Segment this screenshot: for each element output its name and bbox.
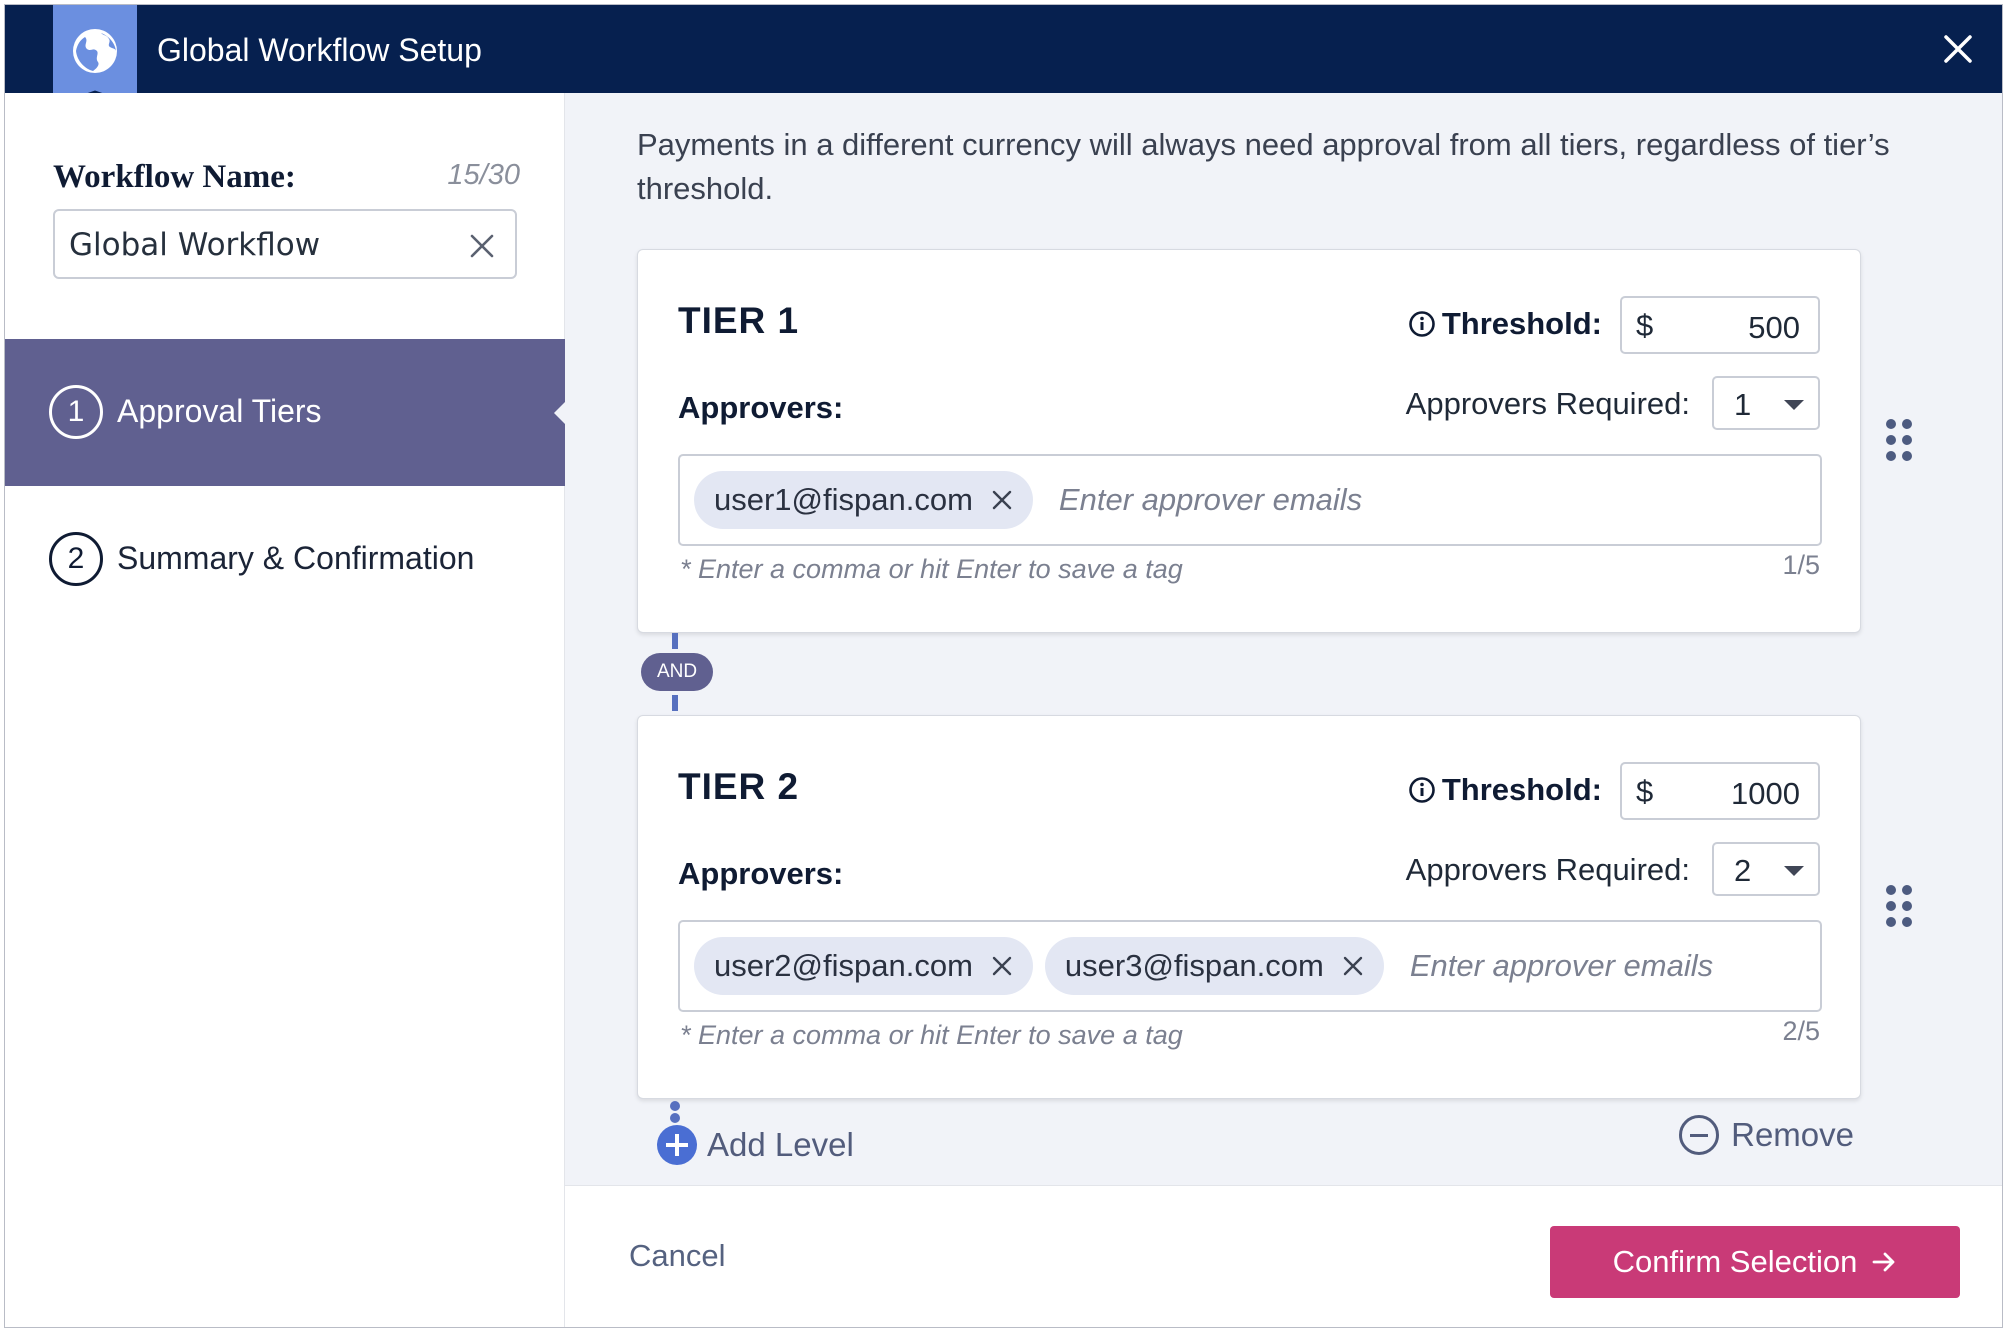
threshold-label: Threshold: — [1408, 306, 1602, 342]
approver-email-input[interactable] — [1058, 482, 1479, 518]
globe-badge — [53, 5, 137, 105]
info-icon[interactable] — [1408, 310, 1436, 338]
workflow-name-label: Workflow Name: — [53, 159, 296, 195]
tag-hint: * Enter a comma or hit Enter to save a t… — [680, 1020, 1183, 1050]
clear-icon[interactable] — [467, 231, 497, 261]
modal-title: Global Workflow Setup — [157, 32, 482, 68]
chevron-down-icon — [1784, 400, 1804, 410]
threshold-value: 500 — [1748, 310, 1800, 345]
approver-tag-label: user3@fispan.com — [1064, 948, 1324, 983]
tier-card-1: TIER 1 Threshold: $ 500 Approvers: Appro… — [637, 249, 1861, 633]
threshold-value: 1000 — [1731, 776, 1800, 811]
tag-count: 2/5 — [1782, 1016, 1820, 1046]
approver-tag: user3@fispan.com — [1044, 937, 1384, 995]
workflow-name-count: 15/30 — [447, 159, 520, 191]
approver-tag-input[interactable]: user1@fispan.com — [678, 454, 1822, 546]
approver-email-input[interactable] — [1409, 948, 1820, 984]
arrow-right-icon — [1872, 1252, 1895, 1272]
remove-tier-button[interactable]: Remove — [1679, 1115, 1854, 1155]
tag-count: 1/5 — [1782, 550, 1820, 580]
confirm-selection-label: Confirm Selection — [1612, 1244, 1858, 1279]
plus-circle-icon — [657, 1125, 697, 1165]
tier-card-2: TIER 2 Threshold: $ 1000 Approvers: Appr… — [637, 715, 1861, 1099]
approver-tag: user2@fispan.com — [694, 937, 1033, 995]
threshold-input[interactable]: $ 1000 — [1620, 762, 1820, 820]
workflow-name-field — [53, 209, 517, 279]
threshold-label-text: Threshold: — [1441, 306, 1602, 341]
info-icon[interactable] — [1408, 776, 1436, 804]
tier-title: TIER 1 — [678, 300, 800, 341]
confirm-selection-button[interactable]: Confirm Selection — [1550, 1226, 1960, 1298]
threshold-label-text: Threshold: — [1441, 772, 1602, 807]
minus-circle-icon — [1679, 1115, 1720, 1155]
step-approval-tiers[interactable]: 1 Approval Tiers — [5, 339, 566, 486]
tier-title: TIER 2 — [678, 766, 800, 807]
approver-tag: user1@fispan.com — [694, 471, 1033, 529]
and-connector-badge: AND — [641, 653, 713, 691]
workflow-setup-modal: Global Workflow Setup Workflow Name: 15/… — [4, 4, 2003, 1328]
approvers-required-value: 1 — [1734, 387, 1752, 422]
approver-tag-label: user2@fispan.com — [714, 948, 973, 983]
currency-symbol: $ — [1636, 308, 1654, 343]
approvers-required-label: Approvers Required: — [1405, 852, 1690, 887]
add-level-label: Add Level — [707, 1126, 854, 1163]
tier-connector — [672, 695, 678, 711]
threshold-input[interactable]: $ 500 — [1620, 296, 1820, 354]
step-label: Summary & Confirmation — [117, 540, 475, 576]
approvers-label: Approvers: — [678, 390, 844, 425]
tier-connector — [672, 633, 678, 649]
sidebar: Workflow Name: 15/30 1 Approval Tiers 2 … — [5, 93, 566, 1327]
main-content: Payments in a different currency will al… — [565, 93, 2002, 1185]
threshold-label: Threshold: — [1408, 772, 1602, 808]
remove-tag-icon[interactable] — [991, 489, 1013, 511]
workflow-name-input[interactable] — [69, 225, 449, 265]
currency-symbol: $ — [1636, 774, 1654, 809]
modal-header: Global Workflow Setup — [5, 5, 2002, 105]
drag-handle-icon[interactable] — [1886, 419, 1914, 461]
close-icon[interactable] — [1940, 31, 1976, 67]
approvers-required-label: Approvers Required: — [1405, 386, 1690, 421]
drag-handle-icon[interactable] — [1886, 885, 1914, 927]
approver-tag-label: user1@fispan.com — [714, 482, 973, 517]
step-summary-confirmation[interactable]: 2 Summary & Confirmation — [5, 486, 565, 633]
step-number: 2 — [49, 532, 103, 586]
tag-hint: * Enter a comma or hit Enter to save a t… — [680, 554, 1183, 584]
modal-footer: Cancel Confirm Selection — [565, 1185, 2002, 1327]
approvers-label: Approvers: — [678, 856, 844, 891]
approvers-required-value: 2 — [1734, 853, 1752, 888]
currency-note: Payments in a different currency will al… — [637, 127, 1890, 206]
step-label: Approval Tiers — [117, 393, 322, 429]
approver-tag-input[interactable]: user2@fispan.com user3@fispan.com — [678, 920, 1822, 1012]
step-number: 1 — [49, 385, 103, 439]
remove-tag-icon[interactable] — [991, 955, 1013, 977]
add-level-button[interactable]: Add Level — [657, 1125, 854, 1165]
approvers-required-select[interactable]: 1 — [1712, 376, 1820, 430]
cancel-button[interactable]: Cancel — [629, 1238, 726, 1274]
remove-label: Remove — [1731, 1116, 1854, 1153]
chevron-down-icon — [1784, 866, 1804, 876]
connector-dot — [670, 1113, 680, 1123]
globe-icon — [73, 29, 117, 73]
connector-dot — [670, 1101, 680, 1111]
remove-tag-icon[interactable] — [1342, 955, 1364, 977]
approvers-required-select[interactable]: 2 — [1712, 842, 1820, 896]
